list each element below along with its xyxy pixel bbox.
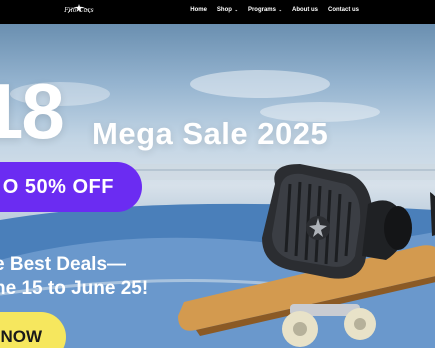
deal-line-2: ne 15 to June 25!: [0, 278, 149, 299]
logo-text: Fiio Cars: [64, 7, 94, 14]
chevron-down-icon: ⌄: [234, 7, 238, 12]
nav-home[interactable]: Home: [190, 7, 207, 13]
chevron-down-icon: ⌄: [278, 7, 282, 12]
sale-number: 18: [0, 67, 65, 155]
shop-now-button[interactable]: NOW: [0, 312, 66, 348]
sale-headline: Mega Sale 2025: [92, 116, 329, 151]
logo[interactable]: Fiio Cars: [62, 3, 96, 20]
deal-line-1: e Best Deals—: [0, 254, 127, 275]
hero-banner: 18 Mega Sale 2025 O 50% OFF e Best Deals…: [0, 24, 435, 348]
shop-now-label: NOW: [0, 327, 42, 346]
nav-programs[interactable]: Programs ⌄: [248, 7, 282, 13]
top-navigation: Fiio Cars Home Shop ⌄ Programs ⌄ About u…: [0, 0, 435, 24]
nav-contact-us[interactable]: Contact us: [328, 7, 359, 13]
nav-shop[interactable]: Shop ⌄: [217, 7, 238, 13]
nav-about-us[interactable]: About us: [292, 7, 318, 13]
main-menu: Home Shop ⌄ Programs ⌄ About us Contact …: [190, 7, 359, 13]
discount-text: O 50% OFF: [2, 176, 114, 198]
discount-badge: O 50% OFF: [0, 162, 142, 212]
